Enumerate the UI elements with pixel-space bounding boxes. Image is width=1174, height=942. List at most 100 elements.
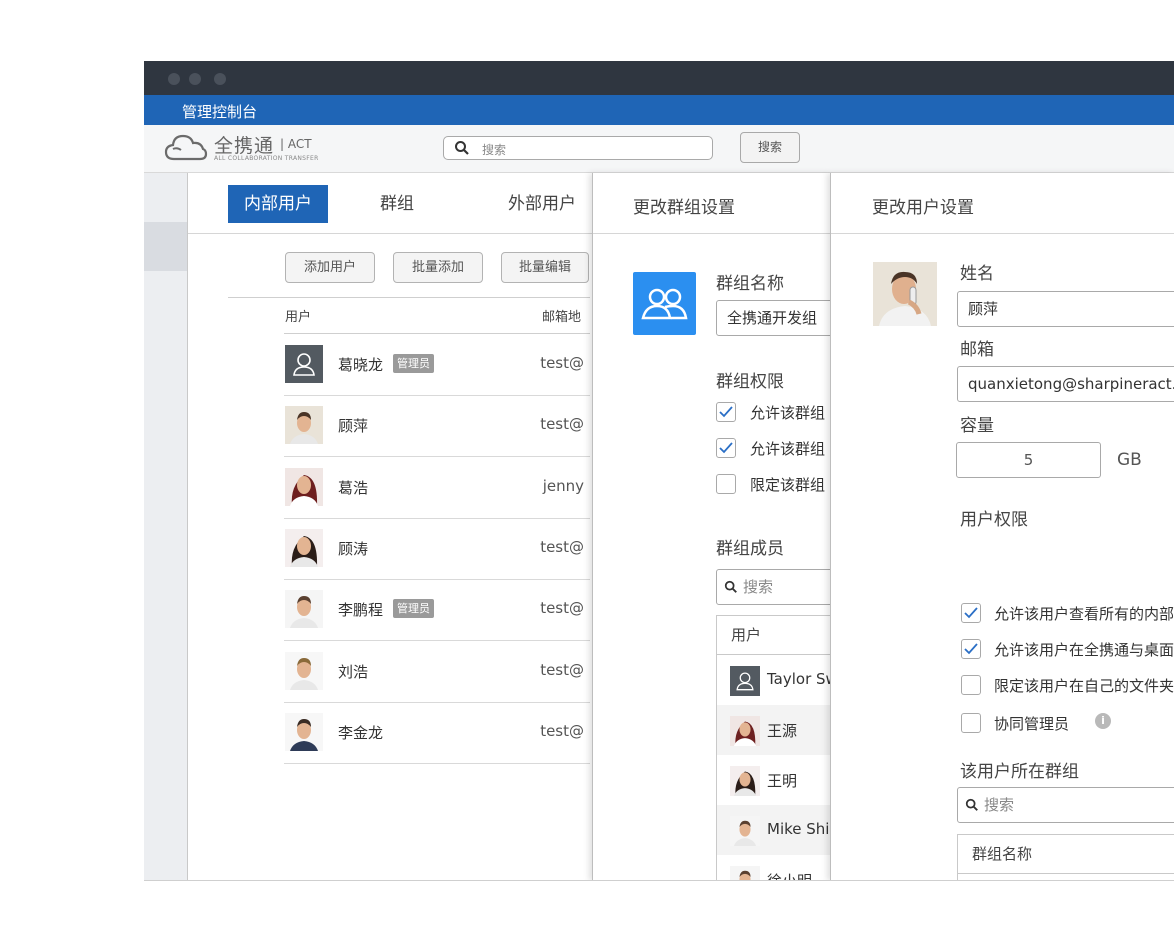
member-avatar: [730, 816, 760, 846]
minimize-window-dot[interactable]: [189, 73, 201, 85]
user-panel-title: 更改用户设置: [872, 198, 974, 218]
member-row[interactable]: 徐小明: [717, 855, 831, 881]
name-label: 姓名: [960, 264, 994, 284]
user-permissions-label: 用户权限: [960, 510, 1028, 530]
email-field[interactable]: quanxietong@sharpineract.com: [957, 366, 1174, 402]
add-user-button[interactable]: 添加用户: [285, 252, 375, 283]
search-icon: [724, 580, 737, 593]
group-avatar-icon: [633, 272, 696, 335]
user-settings-panel: 更改用户设置 姓名 顾萍 邮箱 quanxietong@sharpineract…: [830, 173, 1174, 881]
members-table: 用户 Taylor Sw 王源 王明 Mike Shia 徐小明: [716, 615, 831, 881]
admin-badge: 管理员: [393, 354, 434, 373]
members-table-header: 用户: [717, 616, 831, 655]
user-email: test@: [540, 599, 584, 618]
tab-groups[interactable]: 群组: [380, 185, 414, 223]
tab-internal-users[interactable]: 内部用户: [228, 185, 328, 223]
zoom-window-dot[interactable]: [214, 73, 226, 85]
email-label: 邮箱: [960, 340, 994, 360]
sidebar-item-selected[interactable]: [144, 222, 187, 271]
member-avatar: [730, 716, 760, 746]
logo-subtitle: ALL COLLABORATION TRANSFER: [214, 155, 319, 162]
group-permission-checkbox[interactable]: [716, 402, 736, 422]
batch-edit-button[interactable]: 批量编辑: [501, 252, 589, 283]
list-divider: [228, 297, 590, 298]
user-title-divider: [831, 233, 1174, 234]
app-title: 管理控制台: [182, 103, 258, 121]
member-avatar: [730, 766, 760, 796]
user-permission-checkbox[interactable]: [961, 603, 981, 623]
group-name-label: 群组名称: [716, 274, 784, 294]
tab-external-users[interactable]: 外部用户: [508, 185, 576, 223]
group-search-placeholder: 搜索: [984, 796, 1015, 814]
user-email: test@: [540, 354, 584, 372]
group-permission-checkbox[interactable]: [716, 438, 736, 458]
search-icon: [455, 141, 469, 155]
group-search-input[interactable]: 搜索: [957, 787, 1174, 823]
user-name: 顾萍: [338, 417, 369, 436]
close-window-dot[interactable]: [168, 73, 180, 85]
member-row[interactable]: Taylor Sw: [717, 655, 831, 705]
capacity-unit: GB: [1117, 450, 1142, 470]
logo-text: 全携通: [214, 135, 275, 157]
member-search-input[interactable]: 搜索: [716, 569, 831, 605]
user-row[interactable]: 葛浩 jenny: [284, 457, 590, 519]
user-row[interactable]: 刘浩 test@: [284, 641, 590, 703]
member-name: 王源: [767, 722, 798, 740]
checkmark-icon: [964, 643, 978, 655]
member-avatar: [730, 866, 760, 881]
checkmark-icon: [719, 442, 733, 454]
tab-divider: [188, 233, 592, 234]
app-window: 管理控制台 全携通 | ACT ALL COLLABORATION TRANSF…: [144, 61, 1174, 881]
user-photo-avatar: [873, 262, 937, 326]
user-row[interactable]: 顾萍 test@: [284, 395, 590, 458]
app-title-bar: 管理控制台: [144, 95, 1174, 125]
global-search-input[interactable]: 搜索: [443, 136, 713, 160]
group-panel-title: 更改群组设置: [633, 198, 735, 218]
user-row[interactable]: 李鹏程 管理员 test@: [284, 579, 590, 642]
user-row[interactable]: 葛晓龙 管理员 test@: [284, 334, 590, 396]
group-permissions-label: 群组权限: [716, 372, 784, 392]
user-permission-checkbox[interactable]: [961, 713, 981, 733]
member-row[interactable]: 王源: [717, 705, 831, 755]
top-header: 全携通 | ACT ALL COLLABORATION TRANSFER 搜索 …: [144, 125, 1174, 173]
search-placeholder: 搜索: [482, 143, 507, 157]
column-header-email: 邮箱地: [542, 310, 582, 325]
user-permission-label: 限定该用户在自己的文件夹: [994, 677, 1174, 695]
user-email: test@: [540, 537, 584, 556]
user-name: 葛浩: [338, 478, 369, 497]
search-button[interactable]: 搜索: [740, 132, 800, 163]
user-avatar: [285, 528, 323, 567]
capacity-field[interactable]: 5: [956, 442, 1101, 478]
group-permission-checkbox[interactable]: [716, 474, 736, 494]
member-search-placeholder: 搜索: [743, 578, 774, 596]
group-members-label: 群组成员: [716, 539, 784, 559]
user-name: 李金龙: [338, 723, 384, 742]
member-avatar: [730, 666, 760, 696]
member-name: Mike Shia: [767, 820, 831, 838]
user-name: 葛晓龙: [338, 356, 384, 374]
batch-add-button[interactable]: 批量添加: [393, 252, 483, 283]
checkmark-icon: [964, 607, 978, 619]
user-name: 李鹏程: [338, 601, 384, 620]
group-permission-label: 限定该群组: [750, 476, 826, 494]
info-icon[interactable]: i: [1095, 713, 1111, 729]
member-name: 王明: [767, 772, 798, 790]
user-name: 刘浩: [338, 662, 369, 681]
group-name-field[interactable]: 全携通开发组: [716, 300, 831, 336]
users-panel: 内部用户 群组 外部用户 添加用户 批量添加 批量编辑 用户 邮箱地 葛晓龙 管…: [188, 173, 592, 881]
user-row[interactable]: 李金龙 test@: [284, 702, 590, 764]
name-field[interactable]: 顾萍: [957, 291, 1174, 327]
user-avatar: [285, 406, 323, 445]
user-permission-checkbox[interactable]: [961, 639, 981, 659]
member-row[interactable]: Mike Shia: [717, 805, 831, 855]
user-row[interactable]: 顾涛 test@: [284, 518, 590, 580]
member-row[interactable]: 王明: [717, 755, 831, 805]
user-email: test@: [540, 660, 584, 679]
user-name: 顾涛: [338, 539, 369, 558]
user-avatar: [285, 345, 323, 383]
window-titlebar: [144, 61, 1174, 95]
user-permission-checkbox[interactable]: [961, 675, 981, 695]
group-title-divider: [593, 233, 831, 234]
capacity-label: 容量: [960, 416, 994, 436]
member-name: Taylor Sw: [767, 670, 831, 688]
